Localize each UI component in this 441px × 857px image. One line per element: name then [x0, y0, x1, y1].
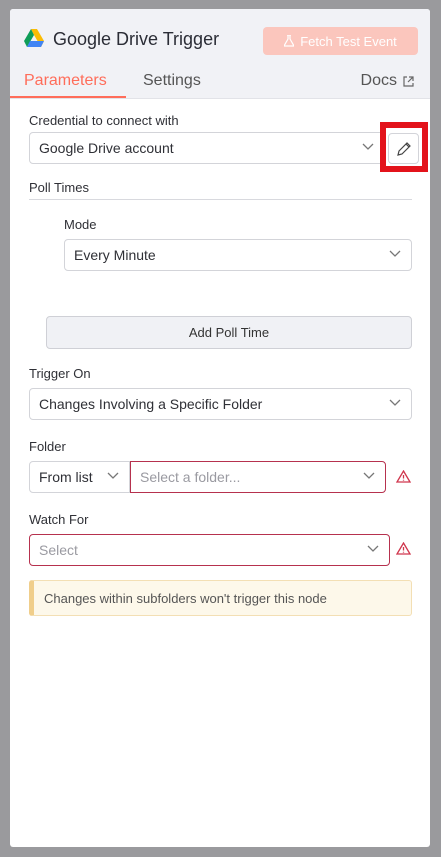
highlight-box: [380, 122, 428, 172]
trigger-on-select[interactable]: Changes Involving a Specific Folder: [29, 388, 412, 420]
chevron-down-icon: [107, 472, 119, 479]
active-tab-indicator: [10, 96, 126, 98]
folder-source-select[interactable]: From list: [29, 461, 130, 493]
chevron-down-icon: [363, 472, 375, 479]
node-title: Google Drive Trigger: [53, 29, 220, 49]
chevron-down-icon: [367, 545, 379, 552]
watch-for-select[interactable]: Select: [29, 534, 390, 566]
trigger-on-label: Trigger On: [29, 366, 91, 381]
fetch-test-event-label: Fetch Test Event: [300, 33, 397, 49]
tab-parameters[interactable]: Parameters: [24, 72, 107, 90]
folder-select[interactable]: Select a folder...: [130, 461, 386, 493]
fetch-test-event-button[interactable]: Fetch Test Event: [263, 27, 418, 55]
credential-label: Credential to connect with: [29, 113, 179, 128]
credential-select[interactable]: Google Drive account: [29, 132, 385, 164]
folder-placeholder: Select a folder...: [140, 469, 241, 485]
chevron-down-icon: [389, 250, 401, 257]
mode-select[interactable]: Every Minute: [64, 239, 412, 271]
panel-header: Google Drive Trigger Fetch Test Event Pa…: [10, 9, 430, 99]
node-parameters-panel: Google Drive Trigger Fetch Test Event Pa…: [10, 9, 430, 847]
chevron-down-icon: [389, 399, 401, 406]
flask-icon: [284, 35, 295, 47]
docs-link[interactable]: Docs: [361, 72, 414, 90]
docs-label: Docs: [360, 72, 397, 89]
watch-for-placeholder: Select: [39, 542, 78, 558]
add-poll-time-button[interactable]: Add Poll Time: [46, 316, 412, 349]
mode-label: Mode: [64, 217, 97, 232]
folder-source-value: From list: [39, 469, 93, 485]
folder-label: Folder: [29, 439, 66, 454]
watch-for-label: Watch For: [29, 512, 89, 527]
trigger-on-value: Changes Involving a Specific Folder: [39, 396, 263, 412]
mode-value: Every Minute: [74, 247, 156, 263]
poll-times-divider: [29, 199, 412, 200]
credential-value: Google Drive account: [39, 140, 174, 156]
warning-icon: [396, 542, 411, 555]
chevron-down-icon: [362, 143, 374, 150]
external-link-icon: [403, 75, 414, 87]
google-drive-icon: [24, 29, 44, 47]
warning-icon: [396, 470, 411, 483]
tab-settings[interactable]: Settings: [143, 72, 201, 90]
subfolder-notice-text: Changes within subfolders won't trigger …: [44, 590, 327, 606]
poll-times-label: Poll Times: [29, 180, 89, 195]
subfolder-notice: Changes within subfolders won't trigger …: [29, 580, 412, 616]
